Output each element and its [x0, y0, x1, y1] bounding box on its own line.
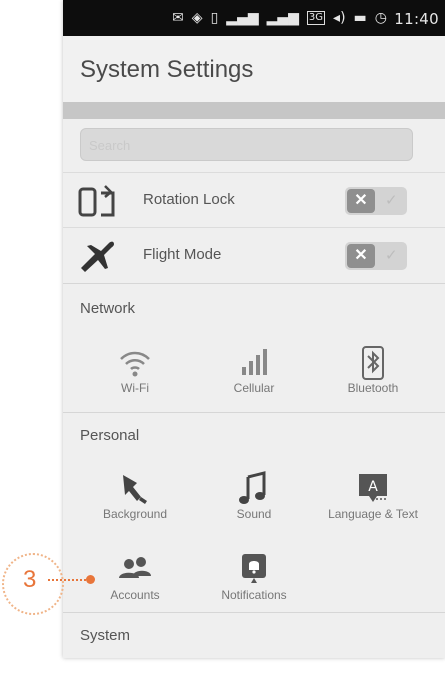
signal-icon: ▂▄▆ — [226, 10, 259, 26]
tile-label: Language & Text — [328, 507, 418, 521]
section-divider — [63, 412, 445, 413]
rotation-lock-icon — [78, 185, 115, 217]
flight-mode-label: Flight Mode — [143, 246, 222, 263]
search-input[interactable]: Search — [80, 128, 413, 161]
section-title-network: Network — [80, 300, 136, 317]
check-icon: ✓ — [385, 192, 398, 209]
app-header: System Settings — [63, 36, 445, 102]
cellular-icon — [242, 349, 267, 375]
svg-text:A: A — [368, 479, 378, 495]
tile-accounts[interactable]: Accounts — [80, 552, 190, 612]
callout-number: 3 — [23, 566, 37, 593]
clock: 11:40 — [394, 10, 439, 28]
tile-sound[interactable]: Sound — [199, 471, 309, 531]
alarm-icon: ◷ — [374, 10, 387, 26]
callout-leader-line — [48, 579, 86, 581]
wifi-icon — [120, 351, 150, 377]
tile-wifi[interactable]: Wi-Fi — [80, 345, 190, 405]
3g-icon: 3G — [306, 11, 326, 25]
bluetooth-icon — [362, 346, 384, 380]
status-bar: ✉ ◈ ▯ ▂▄▆ ▂▄▆ 3G ◂) ▬ ◷ 11:40 — [63, 0, 445, 36]
section-divider — [63, 283, 445, 284]
tile-label: Cellular — [233, 381, 275, 395]
tile-label: Wi-Fi — [121, 381, 149, 395]
volume-icon: ◂) — [333, 10, 346, 26]
rotation-lock-toggle[interactable]: ✕ ✓ — [345, 187, 407, 215]
tile-label: Background — [102, 507, 168, 521]
toggle-off-icon: ✕ — [347, 189, 375, 213]
music-note-icon — [239, 471, 266, 504]
mail-icon: ✉ — [172, 10, 184, 26]
notifications-icon — [242, 554, 266, 583]
signal-icon: ▂▄▆ — [266, 10, 299, 26]
sim-icon: ▯ — [210, 10, 219, 26]
status-icons: ✉ ◈ ▯ ▂▄▆ ▂▄▆ 3G ◂) ▬ ◷ — [172, 9, 387, 27]
header-divider — [63, 102, 445, 119]
location-icon: ◈ — [191, 10, 203, 26]
battery-icon: ▬ — [353, 10, 367, 26]
tile-label: Notifications — [221, 588, 287, 602]
section-title-personal: Personal — [80, 427, 140, 444]
tile-label: Accounts — [110, 588, 160, 602]
page-title: System Settings — [80, 56, 254, 83]
phone-screen: ✉ ◈ ▯ ▂▄▆ ▂▄▆ 3G ◂) ▬ ◷ 11:40 System Set… — [63, 0, 445, 658]
toggle-off-icon: ✕ — [347, 244, 375, 268]
flight-mode-toggle[interactable]: ✕ ✓ — [345, 242, 407, 270]
tile-label: Bluetooth — [347, 381, 399, 395]
section-divider — [63, 612, 445, 613]
tile-label: Sound — [236, 507, 272, 521]
language-icon: A — [359, 474, 387, 502]
tile-bluetooth[interactable]: Bluetooth — [318, 345, 428, 405]
section-title-system: System — [80, 627, 131, 644]
tile-background[interactable]: Background — [80, 471, 190, 531]
rotation-lock-row: Rotation Lock ✕ ✓ — [63, 172, 445, 228]
check-icon: ✓ — [385, 247, 398, 264]
background-icon — [123, 475, 147, 504]
callout-dot — [86, 575, 95, 584]
rotation-lock-label: Rotation Lock — [143, 191, 235, 208]
tile-language[interactable]: A Language & Text — [318, 471, 428, 531]
tile-notifications[interactable]: Notifications — [199, 552, 309, 612]
tile-cellular[interactable]: Cellular — [199, 345, 309, 405]
airplane-icon — [81, 241, 114, 272]
accounts-icon — [119, 557, 151, 578]
flight-mode-row: Flight Mode ✕ ✓ — [63, 227, 445, 283]
